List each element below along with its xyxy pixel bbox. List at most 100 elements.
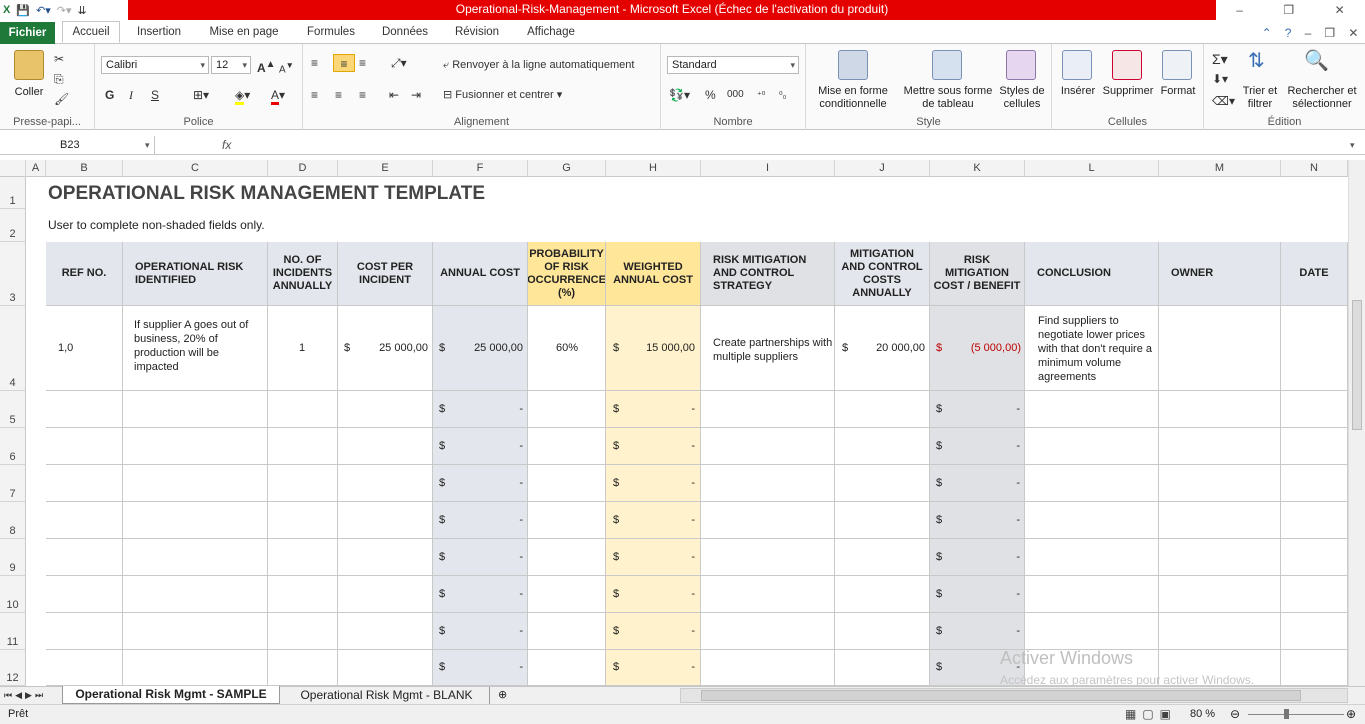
table-cell[interactable] — [268, 650, 338, 686]
fill-color-icon[interactable]: ◈▾ — [235, 86, 250, 105]
sheet-tab-blank[interactable]: Operational Risk Mgmt - BLANK — [284, 687, 490, 704]
table-cell[interactable] — [528, 613, 606, 650]
format-icon[interactable] — [1162, 50, 1192, 80]
underline-button[interactable]: S — [151, 86, 159, 104]
table-cell[interactable] — [338, 576, 433, 613]
table-cell[interactable] — [123, 391, 268, 428]
table-cell[interactable] — [1281, 576, 1348, 613]
column-header-c[interactable]: C — [123, 160, 268, 177]
minimize-icon[interactable]: – — [1236, 3, 1243, 17]
table-cell[interactable] — [528, 576, 606, 613]
table-cell[interactable] — [338, 650, 433, 686]
row-header[interactable]: 7 — [0, 465, 26, 502]
copy-icon[interactable]: ⎘ — [54, 70, 64, 88]
paste-icon[interactable] — [14, 50, 44, 80]
table-cell[interactable] — [1025, 465, 1159, 502]
zoom-in-icon[interactable]: ⊕ — [1346, 707, 1356, 721]
table-cell[interactable] — [46, 539, 123, 576]
table-cell[interactable] — [268, 391, 338, 428]
table-cell[interactable] — [1025, 428, 1159, 465]
row-header[interactable]: 5 — [0, 391, 26, 428]
align-left-icon[interactable]: ≡ — [311, 86, 318, 104]
table-cell[interactable] — [1159, 539, 1281, 576]
excel-icon[interactable]: X — [3, 4, 10, 16]
table-cell[interactable] — [701, 576, 835, 613]
expand-formula-icon[interactable]: ▾ — [1350, 136, 1355, 154]
cell-styles-button[interactable]: Styles de cellules — [996, 85, 1048, 111]
fill-icon[interactable]: ⬇▾ — [1212, 70, 1228, 88]
table-cell[interactable] — [528, 539, 606, 576]
zoom-out-icon[interactable]: ⊖ — [1230, 707, 1240, 721]
conditional-format-button[interactable]: Mise en forme conditionnelle — [808, 85, 898, 111]
format-painter-icon[interactable]: 🖌 — [54, 90, 69, 108]
thousands-button[interactable]: 000 — [727, 86, 744, 104]
delete-button[interactable]: Supprimer — [1098, 85, 1158, 98]
column-header-j[interactable]: J — [835, 160, 930, 177]
customize-qat-icon[interactable]: ⇊ — [78, 4, 87, 17]
table-cell[interactable] — [268, 576, 338, 613]
table-cell[interactable] — [701, 539, 835, 576]
table-cell[interactable] — [46, 502, 123, 539]
table-cell[interactable] — [268, 428, 338, 465]
table-cell[interactable] — [268, 613, 338, 650]
paste-button[interactable]: Coller — [6, 86, 52, 99]
row-header[interactable]: 10 — [0, 576, 26, 613]
column-header-l[interactable]: L — [1025, 160, 1159, 177]
new-sheet-icon[interactable]: ⊕ — [498, 687, 507, 703]
save-icon[interactable]: 💾 — [16, 4, 30, 17]
table-cell[interactable] — [123, 428, 268, 465]
table-cell[interactable] — [1025, 391, 1159, 428]
table-cell[interactable] — [46, 576, 123, 613]
table-cell[interactable] — [701, 650, 835, 686]
table-cell[interactable] — [268, 465, 338, 502]
name-box-dropdown-icon[interactable]: ▾ — [145, 136, 150, 154]
table-cell[interactable] — [46, 391, 123, 428]
table-cell[interactable] — [1159, 391, 1281, 428]
align-bottom-icon[interactable]: ≡ — [359, 54, 366, 72]
table-cell[interactable] — [123, 650, 268, 686]
align-top-icon[interactable]: ≡ — [311, 54, 318, 72]
cell-styles-icon[interactable] — [1006, 50, 1036, 80]
number-format-combo[interactable]: Standard — [667, 56, 799, 74]
borders-icon[interactable]: ⊞▾ — [193, 86, 209, 104]
align-middle-icon[interactable]: ≡ — [333, 54, 355, 72]
sample-cell-12[interactable] — [1159, 306, 1281, 391]
sort-filter-icon[interactable]: ⇅ — [1248, 51, 1265, 71]
find-select-icon[interactable]: 🔍 — [1304, 51, 1329, 71]
row-header[interactable]: 12 — [0, 650, 26, 686]
table-cell[interactable] — [835, 465, 930, 502]
minimize-workbook-icon[interactable]: – — [1305, 26, 1312, 40]
table-cell[interactable] — [528, 650, 606, 686]
increase-decimal-icon[interactable]: ⁺⁰ — [757, 86, 765, 104]
table-cell[interactable] — [1025, 502, 1159, 539]
shrink-font-icon[interactable]: A▼ — [279, 56, 294, 75]
table-cell[interactable] — [46, 650, 123, 686]
table-cell[interactable] — [1159, 613, 1281, 650]
conditional-format-icon[interactable] — [838, 50, 868, 80]
table-cell[interactable] — [338, 539, 433, 576]
table-cell[interactable] — [528, 391, 606, 428]
column-header-d[interactable]: D — [268, 160, 338, 177]
percent-button[interactable]: % — [705, 86, 716, 104]
column-header-f[interactable]: F — [433, 160, 528, 177]
restore-workbook-icon[interactable]: ❐ — [1324, 26, 1335, 40]
row-header[interactable]: 4 — [0, 306, 26, 391]
minimize-ribbon-icon[interactable]: ⌃ — [1262, 26, 1272, 40]
decrease-decimal-icon[interactable]: ⁰₀ — [779, 86, 786, 104]
tab-insertion[interactable]: Insertion — [128, 22, 190, 44]
align-center-icon[interactable]: ≡ — [335, 86, 342, 104]
table-cell[interactable] — [835, 391, 930, 428]
table-cell[interactable] — [268, 539, 338, 576]
insert-icon[interactable] — [1062, 50, 1092, 80]
table-cell[interactable] — [835, 539, 930, 576]
format-button[interactable]: Format — [1156, 85, 1200, 98]
worksheet-grid[interactable]: A B C D E F G H I J K L M N 1 2 3 4 5 6 7 8 9 10 11 12 OPERATIONAL… — [0, 160, 1348, 686]
tab-mise-en-page[interactable]: Mise en page — [200, 22, 288, 44]
format-as-table-icon[interactable] — [932, 50, 962, 80]
table-cell[interactable] — [338, 613, 433, 650]
column-header-n[interactable]: N — [1281, 160, 1348, 177]
table-cell[interactable] — [701, 428, 835, 465]
align-right-icon[interactable]: ≡ — [359, 86, 366, 104]
table-cell[interactable] — [701, 613, 835, 650]
table-cell[interactable] — [1281, 391, 1348, 428]
